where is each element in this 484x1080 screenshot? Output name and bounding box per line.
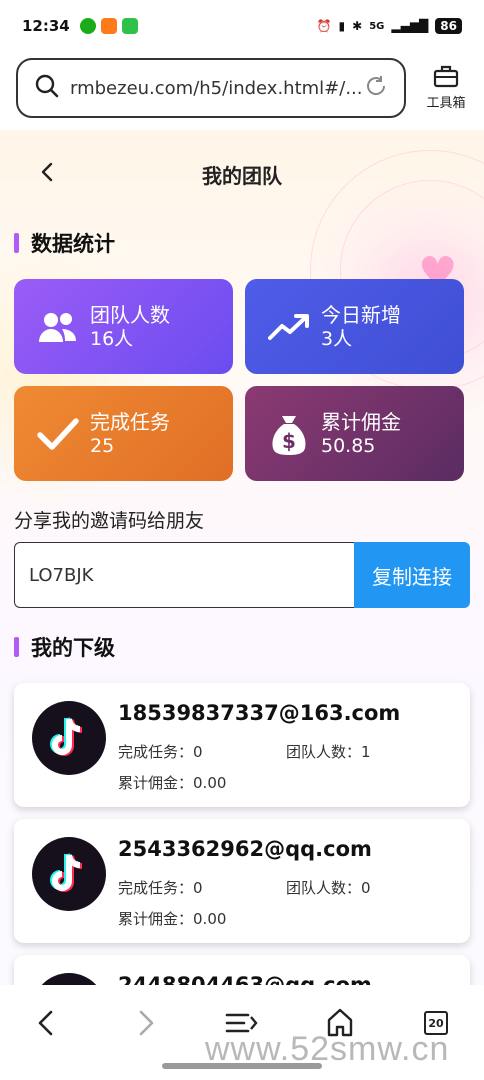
section-accent-bar [14, 637, 19, 657]
page-title: 我的团队 [202, 164, 282, 188]
stat-label: 累计佣金 [321, 409, 401, 434]
invite-label: 分享我的邀请码给朋友 [14, 510, 205, 532]
avatar [32, 837, 106, 911]
battery-indicator: 86 [435, 18, 462, 34]
stat-card-new-today[interactable]: 今日新增 3人 [245, 279, 464, 374]
members-section-title: 我的下级 [14, 632, 115, 662]
member-email: 2543362962@qq.com [118, 837, 372, 861]
stat-card-team-size[interactable]: 团队人数 16人 [14, 279, 233, 374]
browser-bar: rmbezeu.com/h5/index.html#/... 工具箱 [0, 52, 484, 128]
team-icon [36, 305, 80, 349]
member-team-size: 团队人数：1 [286, 743, 371, 761]
status-icons: ⏰ ▮ ✱ 5G ▂▄▆█ 86 [317, 18, 462, 34]
alarm-icon: ⏰ [316, 19, 332, 33]
stat-value: 25 [90, 434, 115, 457]
member-team-size: 团队人数：0 [286, 879, 371, 897]
check-icon [36, 412, 80, 456]
stats-section-title: 数据统计 [14, 228, 115, 258]
stat-value: 3人 [321, 327, 353, 350]
section-accent-bar [14, 233, 19, 253]
toolbox-button[interactable]: 工具箱 [418, 62, 474, 111]
bluetooth-icon: ✱ [352, 19, 363, 33]
invite-code-field[interactable]: LO7BJK [14, 542, 354, 608]
page-header: 我的团队 [0, 150, 484, 194]
stat-value: 50.85 [321, 434, 376, 457]
tiktok-icon [50, 853, 83, 892]
member-tasks: 完成任务：0 [118, 743, 203, 761]
member-commission: 累计佣金：0.00 [118, 774, 227, 792]
member-card[interactable]: 18539837337@163.com 完成任务：0 团队人数：1 累计佣金：0… [14, 683, 470, 807]
member-card[interactable]: 2543362962@qq.com 完成任务：0 团队人数：0 累计佣金：0.0… [14, 819, 470, 943]
tiktok-icon [50, 717, 83, 756]
avatar [32, 701, 106, 775]
member-card[interactable]: 2448804463@qq.com [14, 955, 470, 985]
stat-label: 完成任务 [90, 409, 170, 434]
toolbox-label: 工具箱 [426, 96, 466, 111]
address-bar[interactable]: rmbezeu.com/h5/index.html#/... [16, 58, 406, 118]
url-text[interactable]: rmbezeu.com/h5/index.html#/... [70, 78, 364, 99]
avatar [32, 973, 106, 985]
trending-up-icon [267, 305, 311, 349]
refresh-icon[interactable] [364, 74, 388, 102]
member-tasks: 完成任务：0 [118, 879, 203, 897]
toolbox-icon [418, 62, 474, 92]
search-icon [34, 73, 60, 103]
vibrate-icon: ▮ [338, 19, 346, 33]
stat-card-commission[interactable]: $ 累计佣金 50.85 [245, 386, 464, 481]
chevron-left-icon [38, 1010, 53, 1036]
signal-label: 5G [369, 20, 385, 32]
status-bar: 12:34 ⏰ ▮ ✱ 5G ▂▄▆█ 86 [0, 0, 484, 52]
signal-icon: ▂▄▆█ [391, 19, 429, 33]
invite-row: LO7BJK 复制连接 [14, 542, 470, 608]
svg-text:$: $ [282, 429, 296, 453]
page-content: ♥ 我的团队 数据统计 团队人数 16人 今日新增 3人 完成任务 25 $ 累计佣金… [0, 130, 484, 985]
copy-link-button[interactable]: 复制连接 [354, 542, 470, 608]
member-email: 18539837337@163.com [118, 701, 401, 725]
home-indicator[interactable] [162, 1063, 322, 1069]
stat-label: 团队人数 [90, 302, 170, 327]
app-icon [100, 18, 117, 34]
wechat-icon [79, 18, 96, 34]
stat-card-tasks-done[interactable]: 完成任务 25 [14, 386, 233, 481]
member-commission: 累计佣金：0.00 [118, 910, 227, 928]
stat-label: 今日新增 [321, 302, 401, 327]
status-time: 12:34 [22, 17, 70, 35]
tabs-count: 20 [428, 1016, 444, 1030]
money-bag-icon: $ [267, 412, 311, 456]
nav-forward-button[interactable] [126, 1003, 166, 1043]
member-email: 2448804463@qq.com [118, 973, 372, 985]
nav-back-button[interactable] [26, 1003, 66, 1043]
message-icon [121, 18, 138, 34]
chevron-right-icon [139, 1010, 154, 1036]
stat-value: 16人 [90, 327, 134, 350]
